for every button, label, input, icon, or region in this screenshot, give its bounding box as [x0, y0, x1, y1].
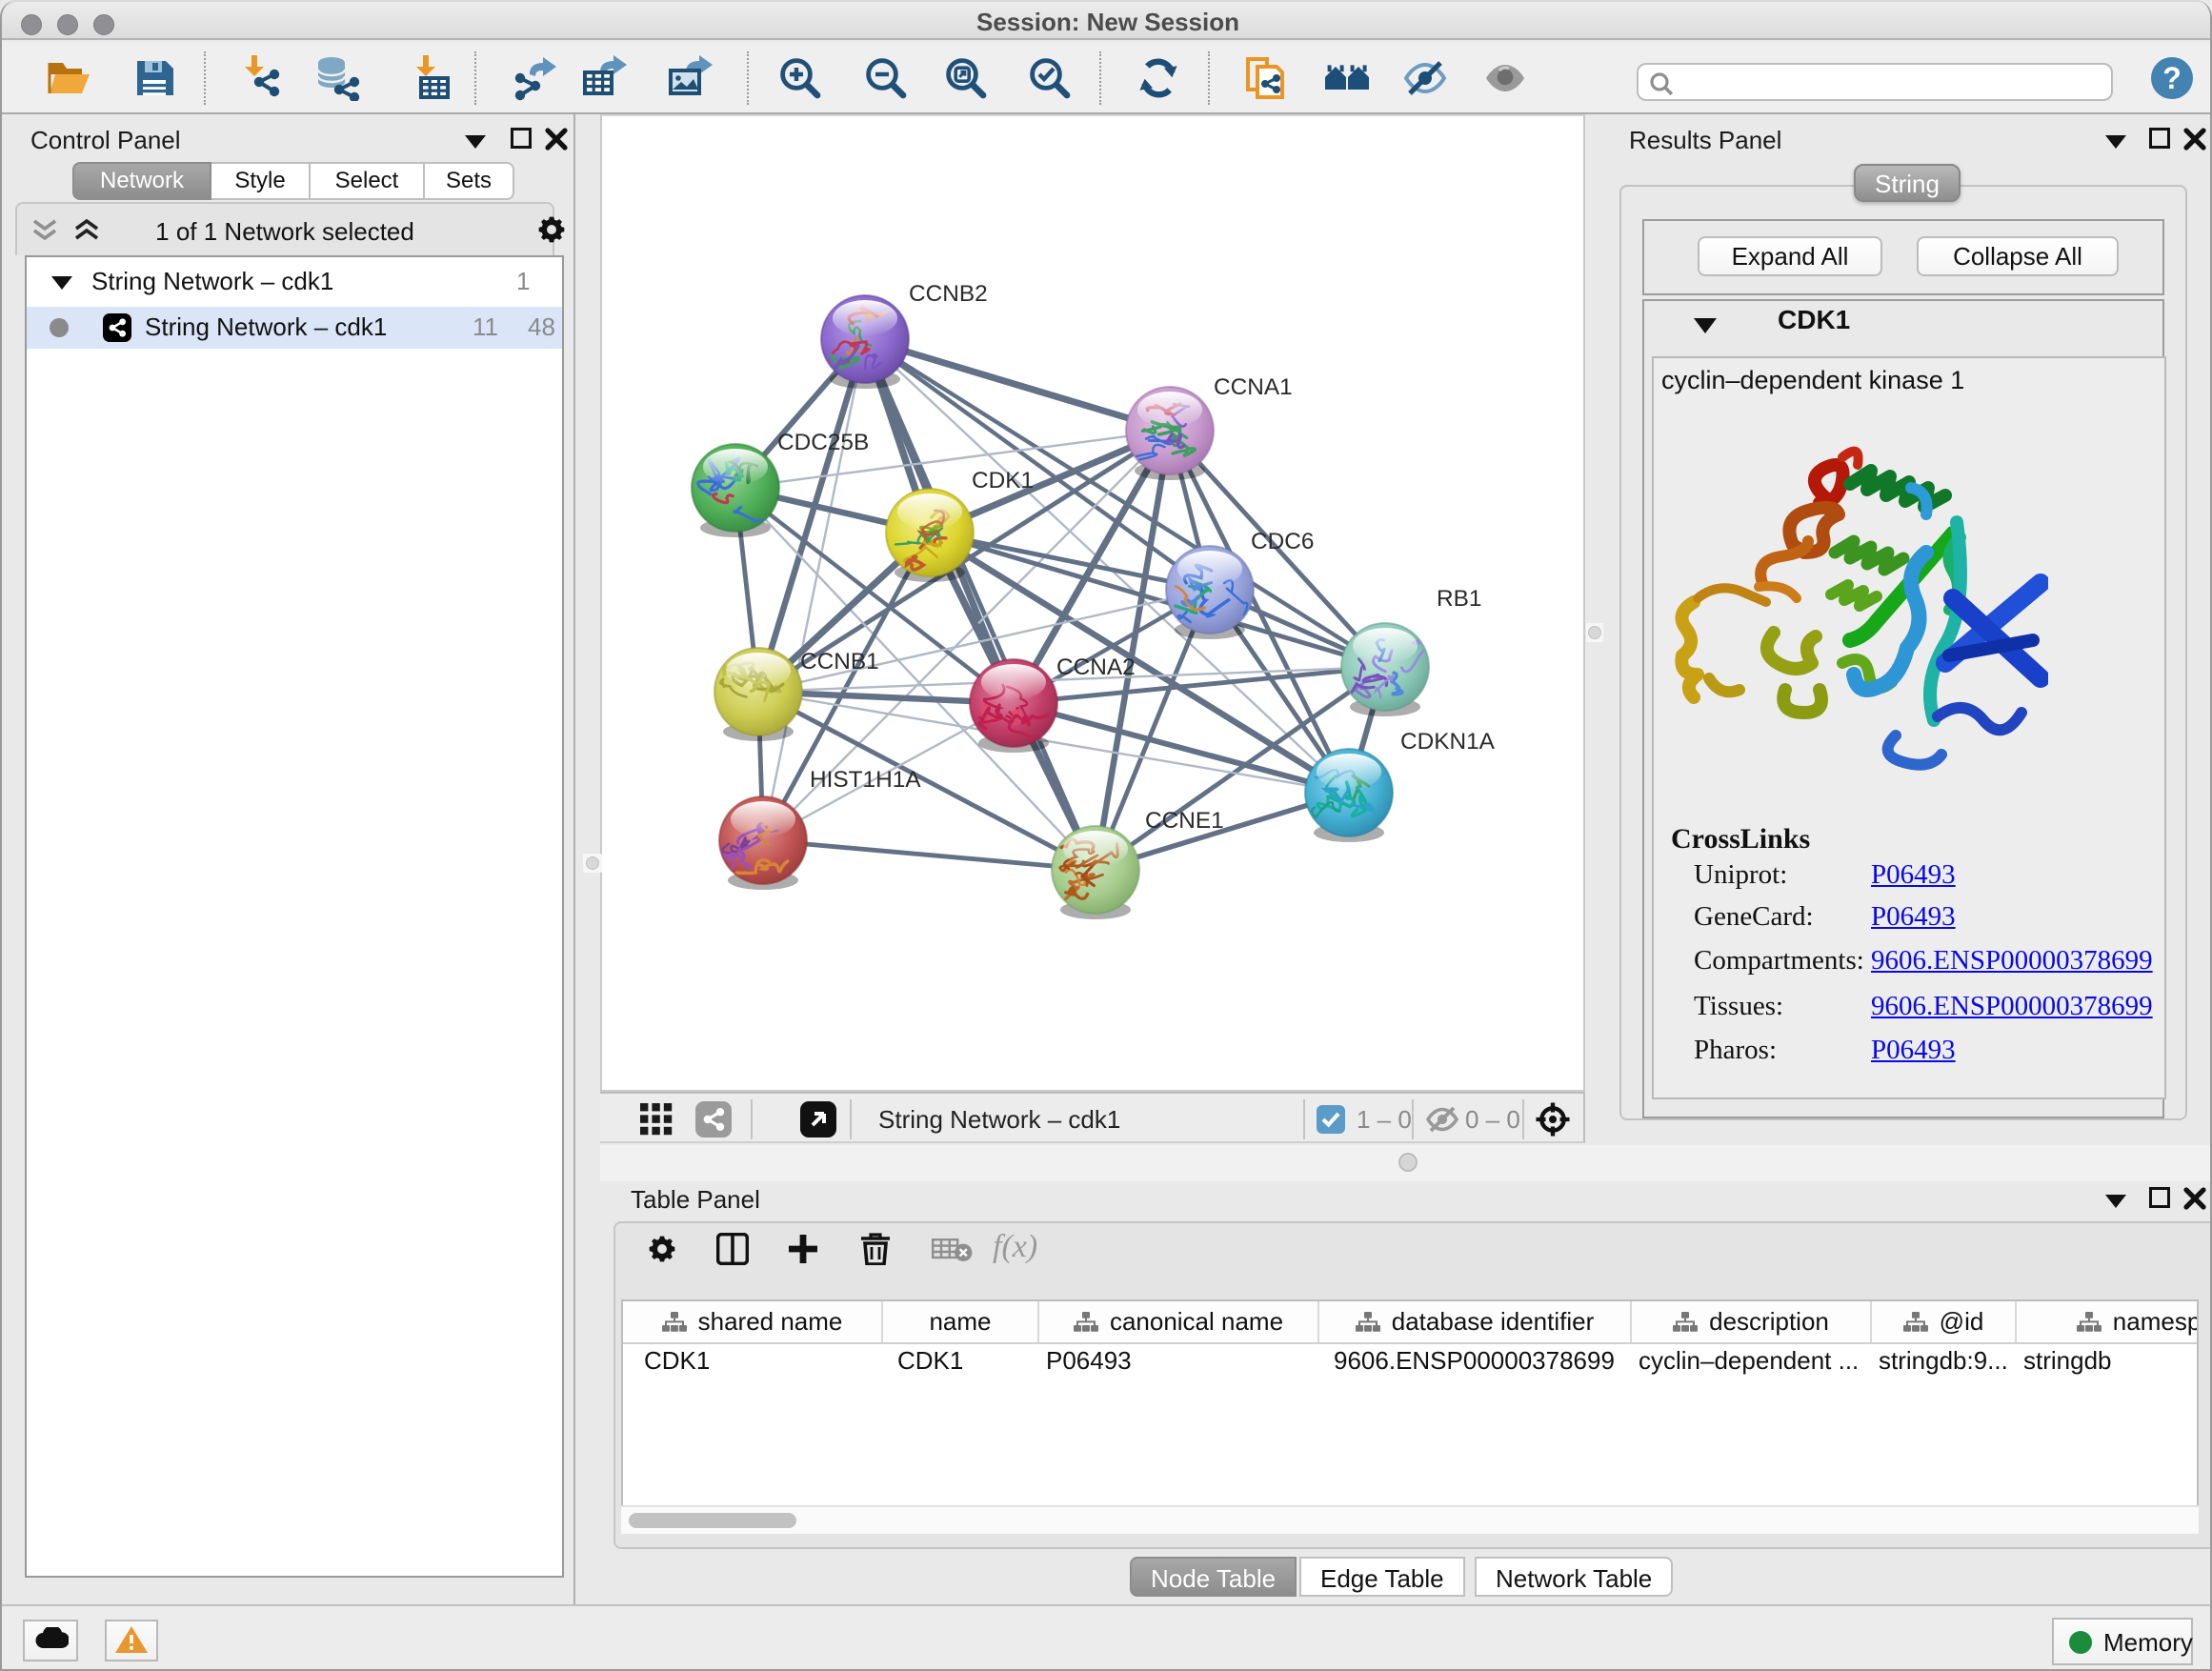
- svg-text:HIST1H1A: HIST1H1A: [810, 767, 921, 793]
- svg-text:CDC6: CDC6: [1251, 529, 1314, 554]
- svg-text:CCNA1: CCNA1: [1214, 374, 1293, 400]
- svg-text:CDC25B: CDC25B: [777, 430, 869, 455]
- svg-text:CCNB2: CCNB2: [909, 281, 988, 307]
- svg-text:CCNE1: CCNE1: [1145, 808, 1224, 834]
- svg-text:CCNB1: CCNB1: [800, 649, 879, 674]
- svg-text:CCNA2: CCNA2: [1056, 654, 1136, 680]
- svg-text:CDKN1A: CDKN1A: [1400, 729, 1496, 755]
- svg-text:RB1: RB1: [1437, 586, 1481, 612]
- svg-text:CDK1: CDK1: [972, 468, 1034, 493]
